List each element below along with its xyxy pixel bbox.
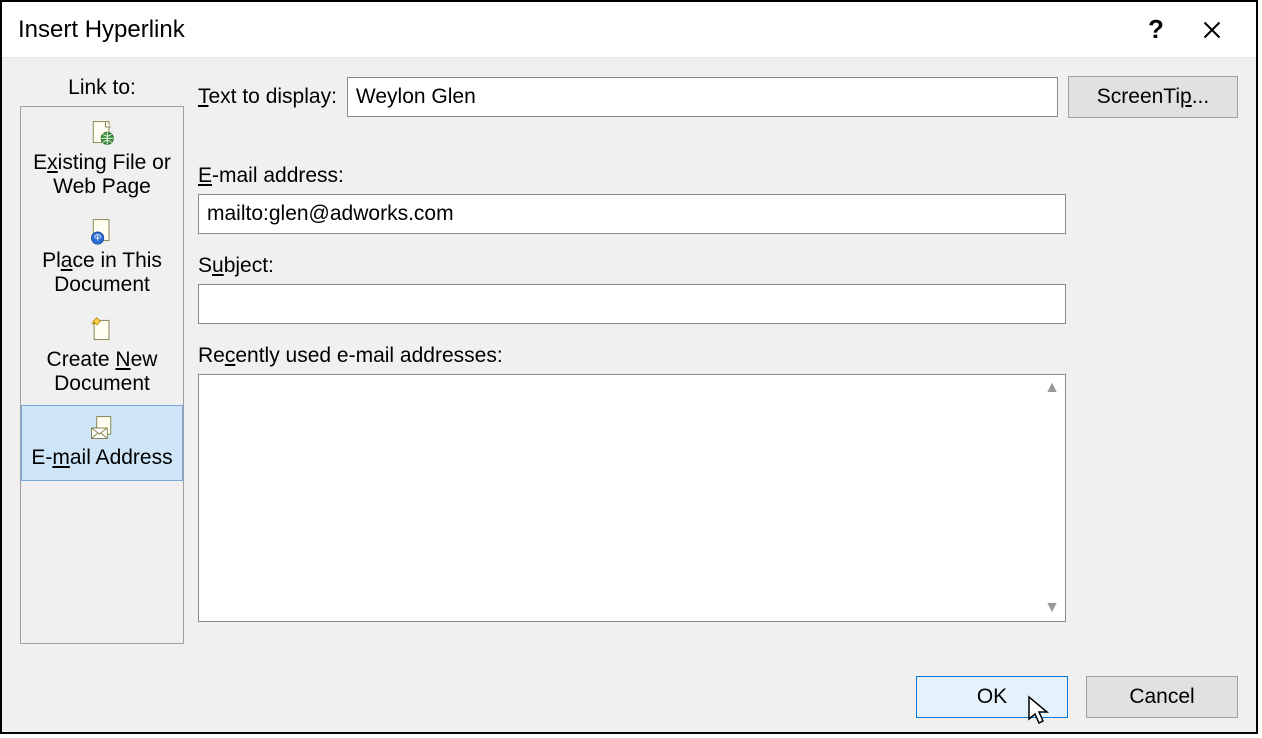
linkto-label: Link to: xyxy=(68,76,136,100)
screentip-button[interactable]: ScreenTip... xyxy=(1068,76,1238,118)
dialog-footer: OK Cancel xyxy=(2,662,1256,732)
text-to-display-input[interactable] xyxy=(347,77,1058,117)
linkto-item-existing-file[interactable]: Existing File orWeb Page xyxy=(21,111,183,209)
file-web-icon xyxy=(86,117,118,149)
scrollbar[interactable]: ▲ ▼ xyxy=(1039,375,1065,621)
scroll-up-icon[interactable]: ▲ xyxy=(1039,375,1065,401)
dialog-title: Insert Hyperlink xyxy=(18,16,1128,44)
linkto-item-create-new-document[interactable]: Create NewDocument xyxy=(21,308,183,406)
dialog-body: Link to: Existing File orWeb Page Place … xyxy=(2,58,1256,662)
dialog-insert-hyperlink: Insert Hyperlink ? Link to: Existing Fil… xyxy=(0,0,1258,734)
subject-label: Subject: xyxy=(198,254,1238,278)
new-document-icon xyxy=(86,314,118,346)
scroll-down-icon[interactable]: ▼ xyxy=(1039,595,1065,621)
linkto-item-email-address[interactable]: E-mail Address xyxy=(21,405,183,481)
email-address-label: E-mail address: xyxy=(198,164,1238,188)
cursor-icon xyxy=(1027,695,1055,727)
recent-addresses-listbox[interactable]: ▲ ▼ xyxy=(198,374,1066,622)
close-button[interactable] xyxy=(1184,10,1240,50)
linkto-item-place-in-document[interactable]: Place in ThisDocument xyxy=(21,209,183,307)
linkto-panel: Link to: Existing File orWeb Page Place … xyxy=(20,76,184,644)
recent-addresses-label: Recently used e-mail addresses: xyxy=(198,344,1238,368)
cancel-button[interactable]: Cancel xyxy=(1086,676,1238,718)
main-panel: Text to display: ScreenTip... E-mail add… xyxy=(198,76,1238,644)
ok-button[interactable]: OK xyxy=(916,676,1068,718)
linkto-list: Existing File orWeb Page Place in ThisDo… xyxy=(20,106,184,644)
linkto-item-label: Place in ThisDocument xyxy=(42,249,162,297)
linkto-item-label: Create NewDocument xyxy=(47,348,158,396)
document-place-icon xyxy=(86,215,118,247)
email-address-input[interactable] xyxy=(198,194,1066,234)
close-icon xyxy=(1202,20,1222,40)
linkto-item-label: Existing File orWeb Page xyxy=(33,151,171,199)
linkto-item-label: E-mail Address xyxy=(31,446,172,470)
subject-input[interactable] xyxy=(198,284,1066,324)
titlebar: Insert Hyperlink ? xyxy=(2,2,1256,58)
email-icon xyxy=(86,412,118,444)
help-button[interactable]: ? xyxy=(1128,10,1184,50)
text-to-display-label: Text to display: xyxy=(198,85,337,109)
